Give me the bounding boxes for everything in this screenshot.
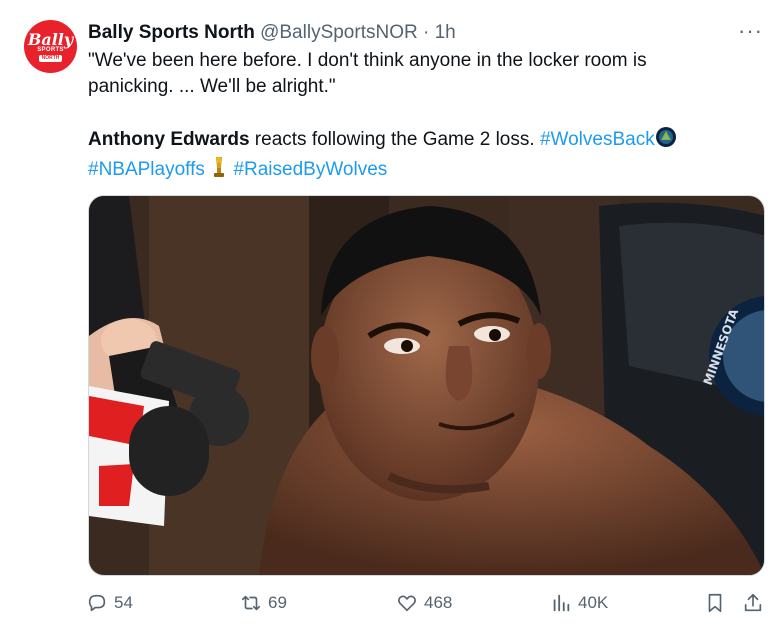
- repost-button[interactable]: 69: [240, 592, 287, 614]
- hashtag-wolvesback[interactable]: #WolvesBack: [540, 129, 655, 150]
- view-count: 40K: [578, 593, 609, 612]
- header-separator: ·: [422, 22, 430, 43]
- analytics-icon: [553, 594, 570, 612]
- hashtag-raisedbywolves[interactable]: #RaisedByWolves: [233, 159, 387, 180]
- body-line: Anthony Edwards reacts following the Gam…: [88, 126, 728, 186]
- tweet-actions: 54 69 468 40K: [86, 592, 766, 622]
- author-avatar[interactable]: Bally SPORTS NORTH: [24, 20, 77, 73]
- views-button[interactable]: 40K: [550, 592, 608, 614]
- quote-line: "We've been here before. I don't think a…: [88, 50, 647, 97]
- reply-icon: [88, 594, 106, 612]
- body-rest: reacts following the Game 2 loss.: [249, 129, 540, 150]
- like-count: 468: [424, 593, 453, 612]
- more-options-icon[interactable]: ···: [738, 18, 763, 44]
- author-name[interactable]: Bally Sports North: [88, 22, 255, 43]
- share-icon: [744, 593, 762, 612]
- avatar-sub-text: SPORTS: [37, 46, 64, 53]
- heart-icon: [398, 595, 416, 612]
- tweet-text: "We've been here before. I don't think a…: [88, 48, 728, 186]
- trophy-icon: [210, 156, 228, 186]
- player-mention: Anthony Edwards: [88, 129, 250, 150]
- reply-button[interactable]: 54: [86, 592, 133, 614]
- like-button[interactable]: 468: [396, 592, 452, 614]
- avatar-brand-text: Bally: [27, 29, 74, 49]
- bookmark-icon: [708, 593, 722, 613]
- tweet-header: Bally Sports North @BallySportsNOR · 1h: [88, 20, 723, 46]
- wolves-logo-icon: [655, 126, 677, 156]
- share-button[interactable]: [742, 592, 770, 614]
- tweet-timestamp[interactable]: 1h: [435, 22, 456, 43]
- reply-count: 54: [114, 593, 133, 612]
- tweet-media-image[interactable]: MINNESOTA: [88, 195, 765, 576]
- repost-count: 69: [268, 593, 287, 612]
- author-handle[interactable]: @BallySportsNOR: [260, 22, 418, 43]
- bookmark-button[interactable]: [704, 592, 732, 614]
- avatar-sub2-text: NORTH: [38, 54, 63, 62]
- repost-icon: [241, 595, 261, 611]
- hashtag-nbaplayoffs[interactable]: #NBAPlayoffs: [88, 159, 205, 180]
